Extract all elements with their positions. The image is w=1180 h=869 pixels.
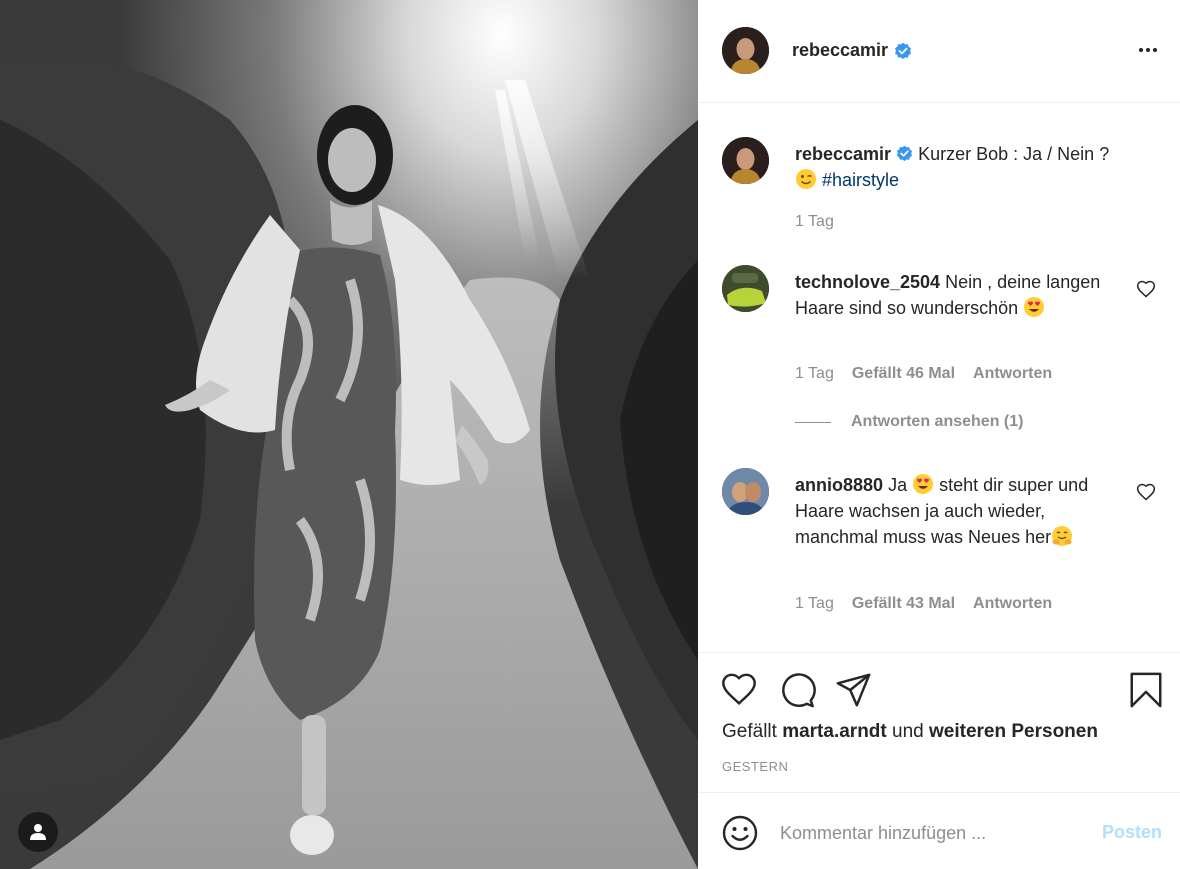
avatar[interactable]: [722, 468, 769, 515]
comment-meta: 1 Tag Gefällt 46 Mal Antworten: [795, 365, 1052, 383]
smiley-icon[interactable]: [722, 815, 758, 851]
comment-input[interactable]: [780, 817, 1080, 849]
wink-emoji-icon: [796, 169, 816, 189]
comment-time[interactable]: 1 Tag: [795, 595, 834, 613]
more-horizontal-icon[interactable]: [1136, 38, 1160, 62]
caption-hashtag[interactable]: #hairstyle: [822, 170, 899, 190]
comment-username[interactable]: technolove_2504: [795, 272, 940, 292]
like-comment-heart-icon[interactable]: [1136, 279, 1156, 299]
reply-button[interactable]: Antworten: [973, 365, 1052, 383]
comment-time[interactable]: 1 Tag: [795, 365, 834, 383]
replies-divider-line: [795, 421, 831, 423]
header-username[interactable]: rebeccamir: [792, 40, 912, 61]
post-header: rebeccamir: [698, 0, 1180, 103]
add-comment-section: Posten: [698, 792, 1180, 869]
avatar[interactable]: [722, 137, 769, 184]
likes-others[interactable]: weiteren Personen: [929, 721, 1098, 742]
comment-item: technolove_2504 Nein , deine langen Haar…: [722, 265, 1162, 445]
avatar[interactable]: [722, 265, 769, 312]
header-username-text[interactable]: rebeccamir: [792, 40, 888, 61]
verified-badge-icon: [897, 145, 913, 162]
likes-prefix: Gefällt: [722, 721, 777, 742]
likes-user[interactable]: marta.arndt: [782, 721, 887, 742]
post-side-panel: rebeccamir rebeccamir Kurzer Bob: Ja / …: [698, 0, 1180, 869]
view-replies-label[interactable]: Antworten ansehen (1): [851, 413, 1023, 431]
likes-summary: Gefällt marta.arndt und weiteren Persone…: [722, 721, 1098, 743]
caption-meta: 1 Tag: [795, 213, 834, 231]
reply-button[interactable]: Antworten: [973, 595, 1052, 613]
verified-badge-icon: [895, 42, 912, 59]
post-photo-image: [0, 0, 698, 869]
heart-eyes-emoji-icon: [913, 474, 934, 494]
caption-text: rebeccamir Kurzer Bob : Ja / Nein ? #hai…: [795, 141, 1155, 193]
comment-text: annio8880 Ja steht dir super und Haare w…: [795, 472, 1125, 550]
likes-middle: und: [892, 721, 924, 742]
comment-text: technolove_2504 Nein , deine langen Haar…: [795, 269, 1125, 321]
bookmark-icon[interactable]: [1127, 671, 1165, 709]
like-comment-heart-icon[interactable]: [1136, 482, 1156, 502]
user-tag-icon: [30, 824, 46, 840]
comment-meta: 1 Tag Gefällt 43 Mal Antworten: [795, 595, 1052, 613]
comment-likes[interactable]: Gefällt 43 Mal: [852, 595, 955, 613]
post-actions: Gefällt marta.arndt und weiteren Persone…: [698, 652, 1180, 792]
caption-message: Kurzer Bob : Ja / Nein ?: [918, 144, 1110, 164]
comment-username[interactable]: annio8880: [795, 475, 883, 495]
post-date[interactable]: GESTERN: [722, 759, 788, 774]
comments-list[interactable]: rebeccamir Kurzer Bob : Ja / Nein ? #hai…: [698, 104, 1180, 652]
comment-likes[interactable]: Gefällt 46 Mal: [852, 365, 955, 383]
caption-time[interactable]: 1 Tag: [795, 213, 834, 231]
comment-message-pre: Ja: [888, 475, 908, 495]
post-photo[interactable]: [0, 0, 698, 869]
heart-icon[interactable]: [720, 671, 758, 709]
comment-message-line1: Nein , deine: [945, 272, 1042, 292]
paper-plane-icon[interactable]: [835, 671, 873, 709]
caption-username[interactable]: rebeccamir: [795, 144, 891, 164]
view-replies-button[interactable]: Antworten ansehen (1): [795, 413, 1023, 431]
user-tag-button[interactable]: [18, 812, 58, 852]
comment-bubble-icon[interactable]: [778, 671, 816, 709]
hugging-face-emoji-icon: [1052, 526, 1073, 546]
heart-eyes-emoji-icon: [1024, 297, 1045, 317]
avatar[interactable]: [722, 27, 769, 74]
comment-item: annio8880 Ja steht dir super und Haare w…: [722, 468, 1162, 648]
caption: rebeccamir Kurzer Bob : Ja / Nein ? #hai…: [722, 137, 1162, 247]
post-button[interactable]: Posten: [1102, 822, 1162, 843]
